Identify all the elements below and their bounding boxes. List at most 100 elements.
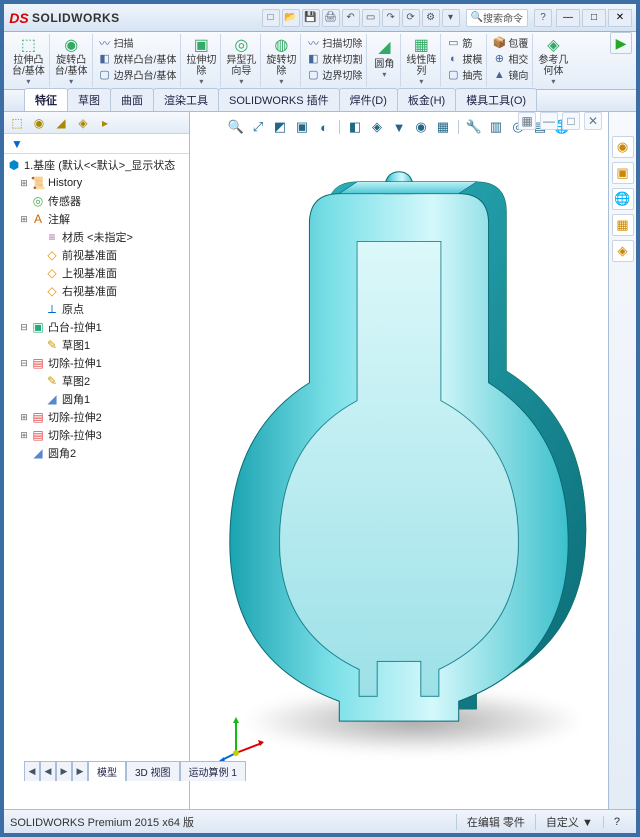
ribbon-group-6[interactable]: 〰扫描切除◧放样切割▢边界切除 xyxy=(302,34,367,87)
qat-options-icon[interactable]: ⚙ xyxy=(422,9,440,27)
tree-node[interactable]: ◎传感器 xyxy=(6,192,189,210)
tree-node[interactable]: ◢圆角1 xyxy=(6,390,189,408)
tree-node[interactable]: ⊞A注解 xyxy=(6,210,189,228)
command-tab[interactable]: 板金(H) xyxy=(397,88,456,111)
window-max-button[interactable]: □ xyxy=(582,9,606,27)
tree-node[interactable]: ✎草图2 xyxy=(6,372,189,390)
tree-expander-icon[interactable]: ⊞ xyxy=(18,214,30,225)
taskpane-icon[interactable]: ◈ xyxy=(612,240,634,262)
tab-nav-arrow[interactable]: ▶ xyxy=(56,761,72,781)
ribbon-item[interactable]: ◧放样切割 xyxy=(306,51,362,66)
tree-node[interactable]: ≡材质 <未指定> xyxy=(6,228,189,246)
qat-undo-icon[interactable]: ↶ xyxy=(342,9,360,27)
ribbon-item[interactable]: ◐拔模 xyxy=(446,51,482,66)
qat-print-icon[interactable]: 🖨 xyxy=(322,9,340,27)
dropdown-icon[interactable]: ▾ xyxy=(239,77,243,86)
command-tab[interactable]: SOLIDWORKS 插件 xyxy=(218,88,340,111)
lower-tab[interactable]: 运动算例 1 xyxy=(180,761,246,781)
command-tab[interactable]: 模具工具(O) xyxy=(455,88,537,111)
panel-tab-icon[interactable]: ⬚ xyxy=(8,114,26,132)
tree-node[interactable]: ◇上视基准面 xyxy=(6,264,189,282)
ribbon-group-3[interactable]: ▣拉伸切 除▾ xyxy=(182,34,221,87)
panel-tab-icon[interactable]: ◉ xyxy=(30,114,48,132)
tree-expander-icon[interactable]: ⊟ xyxy=(18,358,30,369)
tree-expander-icon[interactable]: ⊞ xyxy=(18,412,30,423)
lower-tab[interactable]: 3D 视图 xyxy=(126,761,180,781)
command-tab[interactable]: 特征 xyxy=(24,88,68,111)
command-tab[interactable]: 曲面 xyxy=(110,88,154,111)
command-tab[interactable]: 渲染工具 xyxy=(153,88,219,111)
panel-tab-icon[interactable]: ◢ xyxy=(52,114,70,132)
dropdown-icon[interactable]: ▾ xyxy=(419,77,423,86)
ribbon-group-11[interactable]: ◈参考几 何体▾ xyxy=(534,34,572,87)
qat-open-icon[interactable]: 📂 xyxy=(282,9,300,27)
window-min-button[interactable]: — xyxy=(556,9,580,27)
tree-expander-icon[interactable]: ⊞ xyxy=(18,178,30,189)
tree-node[interactable]: ⊞📜History xyxy=(6,174,189,192)
ribbon-item[interactable]: ⊕相交 xyxy=(492,51,528,66)
viewport[interactable]: 🔍⤢◩▣◐◧◈▼◉▦🔧▥◎▤🌐 ▦ — □ ✕ xyxy=(190,112,608,809)
ribbon-group-4[interactable]: ◎异型孔 向导▾ xyxy=(222,34,261,87)
qat-more-icon[interactable]: ▾ xyxy=(442,9,460,27)
qat-redo-icon[interactable]: ↷ xyxy=(382,9,400,27)
filter-icon[interactable]: ▼ xyxy=(8,135,26,153)
panel-tab-icon[interactable]: ▸ xyxy=(96,114,114,132)
tree-node[interactable]: ⊞▤切除-拉伸3 xyxy=(6,426,189,444)
run-button[interactable]: ▶ xyxy=(610,32,632,54)
dropdown-icon[interactable]: ▾ xyxy=(26,77,30,86)
ribbon-item[interactable]: ▢边界凸台/基体 xyxy=(98,67,177,82)
command-tab[interactable]: 草图 xyxy=(67,88,111,111)
ribbon-group-9[interactable]: ▭筋◐拔模▢抽壳 xyxy=(442,34,487,87)
tab-nav-arrow[interactable]: ◀ xyxy=(24,761,40,781)
tree-node[interactable]: ⊟▤切除-拉伸1 xyxy=(6,354,189,372)
tree-expander-icon[interactable]: ⊞ xyxy=(18,430,30,441)
tree-node[interactable]: ✎草图1 xyxy=(6,336,189,354)
tab-nav-arrow[interactable]: ▶ xyxy=(72,761,88,781)
ribbon-group-7[interactable]: ◢圆角▾ xyxy=(368,34,401,87)
dropdown-icon[interactable]: ▾ xyxy=(382,70,386,79)
panel-tab-icon[interactable]: ◈ xyxy=(74,114,92,132)
taskpane-icon[interactable]: 🌐 xyxy=(612,188,634,210)
window-close-button[interactable]: ✕ xyxy=(608,9,632,27)
ribbon-item[interactable]: ▭筋 xyxy=(446,35,482,50)
help-icon[interactable]: ? xyxy=(534,9,552,27)
tree-root[interactable]: ⬢1.基座 (默认<<默认>_显示状态 xyxy=(6,156,189,174)
tree-node[interactable]: ⊞▤切除-拉伸2 xyxy=(6,408,189,426)
ribbon-item[interactable]: ▢抽壳 xyxy=(446,67,482,82)
ribbon-group-5[interactable]: ◍旋转切 除▾ xyxy=(262,34,301,87)
ribbon-item[interactable]: ▲镜向 xyxy=(492,67,528,82)
tree-node[interactable]: ⊟▣凸台-拉伸1 xyxy=(6,318,189,336)
ribbon-item[interactable]: ▢边界切除 xyxy=(306,67,362,82)
tree-expander-icon[interactable]: ⊟ xyxy=(18,322,30,333)
tree-node[interactable]: ◢圆角2 xyxy=(6,444,189,462)
qat-save-icon[interactable]: 💾 xyxy=(302,9,320,27)
taskpane-icon[interactable]: ▦ xyxy=(612,214,634,236)
search-box[interactable]: 🔍 搜索命令 xyxy=(466,9,528,27)
ribbon-item[interactable]: 〰扫描 xyxy=(98,35,177,50)
tree-node[interactable]: ◇前视基准面 xyxy=(6,246,189,264)
ribbon-group-1[interactable]: ◉旋转凸 台/基体▾ xyxy=(51,34,93,87)
dropdown-icon[interactable]: ▾ xyxy=(551,77,555,86)
ribbon-item[interactable]: 〰扫描切除 xyxy=(306,35,362,50)
ribbon-group-2[interactable]: 〰扫描◧放样凸台/基体▢边界凸台/基体 xyxy=(94,34,182,87)
status-custom[interactable]: 自定义 ▼ xyxy=(535,814,603,830)
command-tab[interactable]: 焊件(D) xyxy=(339,88,398,111)
tab-nav-arrow[interactable]: ◀ xyxy=(40,761,56,781)
dropdown-icon[interactable]: ▾ xyxy=(199,77,203,86)
dropdown-icon[interactable]: ▾ xyxy=(69,77,73,86)
status-help-icon[interactable]: ? xyxy=(603,816,630,828)
ribbon-item[interactable]: 📦包覆 xyxy=(492,35,528,50)
qat-new-icon[interactable]: □ xyxy=(262,9,280,27)
taskpane-icon[interactable]: ▣ xyxy=(612,162,634,184)
ribbon-group-8[interactable]: ▦线性阵 列▾ xyxy=(402,34,441,87)
orientation-triad[interactable] xyxy=(216,713,266,763)
lower-tab[interactable]: 模型 xyxy=(88,761,126,781)
qat-select-icon[interactable]: ▭ xyxy=(362,9,380,27)
ribbon-item[interactable]: ◧放样凸台/基体 xyxy=(98,51,177,66)
dropdown-icon[interactable]: ▾ xyxy=(279,77,283,86)
ribbon-group-10[interactable]: 📦包覆⊕相交▲镜向 xyxy=(488,34,533,87)
taskpane-icon[interactable]: ◉ xyxy=(612,136,634,158)
tree-node[interactable]: ⟂原点 xyxy=(6,300,189,318)
tree-node[interactable]: ◇右视基准面 xyxy=(6,282,189,300)
ribbon-group-0[interactable]: ⬚拉伸凸 台/基体▾ xyxy=(8,34,50,87)
